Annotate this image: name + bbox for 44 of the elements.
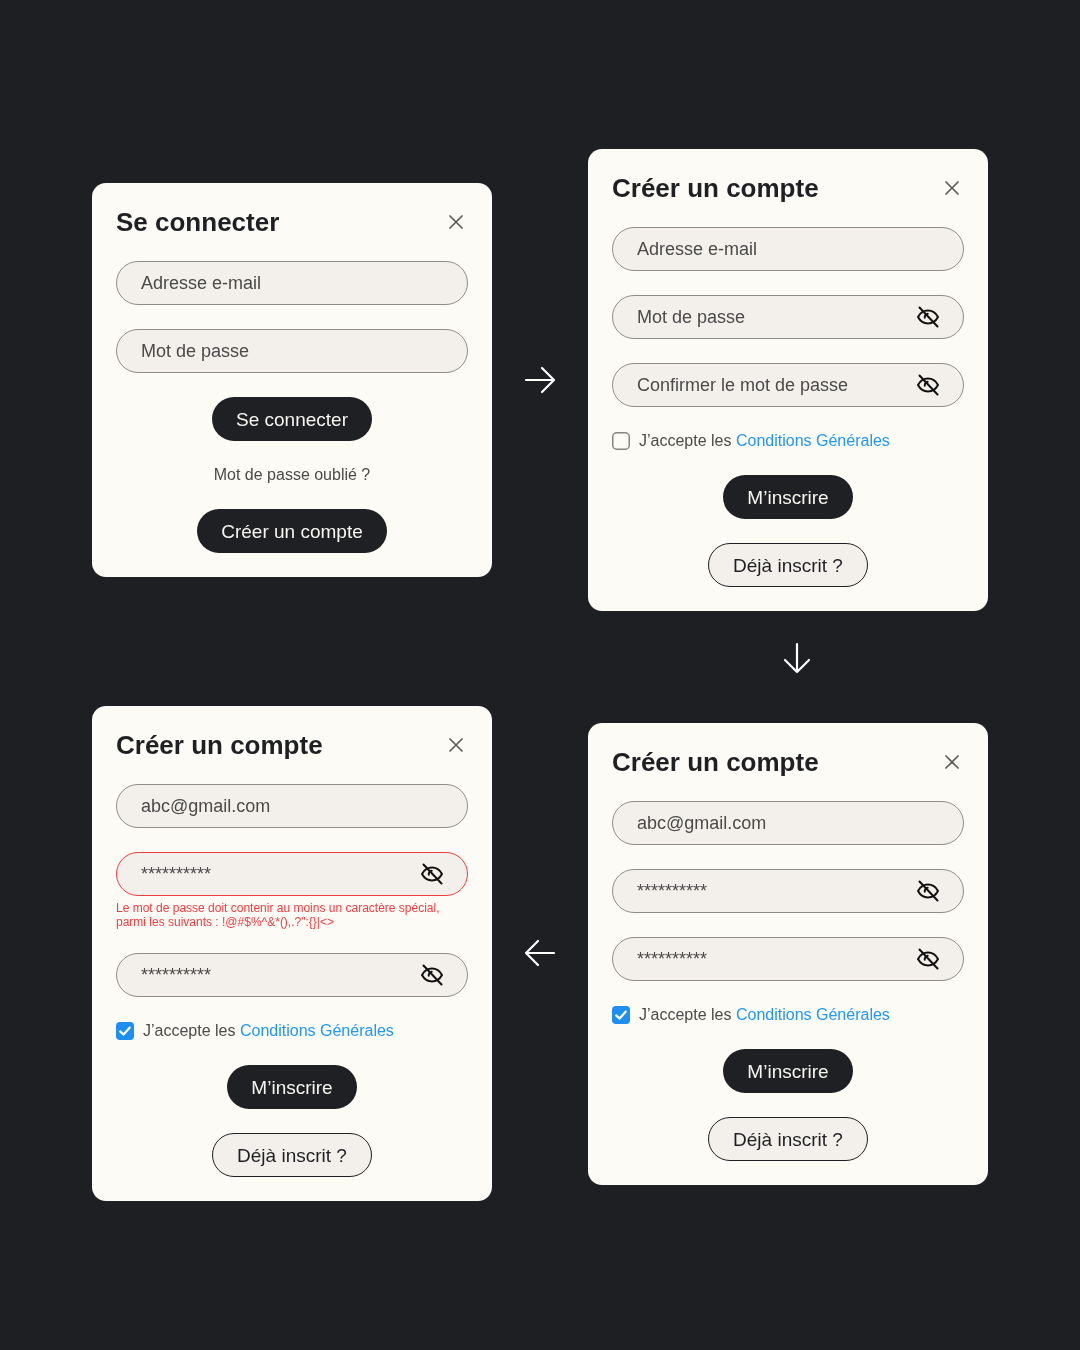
input-field[interactable]: Confirmer le mot de passe <box>612 363 964 407</box>
close-icon[interactable] <box>945 181 959 195</box>
error-message: Le mot de passe doit contenir au moins un caractère spécial, parmi les suivants : !@#$%^&*(),.?":{}|<> <box>116 901 441 929</box>
close-icon[interactable] <box>945 755 959 769</box>
checkbox[interactable] <box>612 1006 630 1024</box>
input-field[interactable]: ********** <box>116 852 468 896</box>
eye-off-icon[interactable] <box>916 880 940 902</box>
close-icon[interactable] <box>449 738 463 752</box>
outline-button[interactable]: Déjà inscrit ? <box>708 1117 868 1161</box>
eye-off-icon[interactable] <box>916 306 940 328</box>
primary-button[interactable]: Créer un compte <box>197 509 387 553</box>
dialog-title: Créer un compte <box>612 173 819 203</box>
input-field[interactable]: abc@gmail.com <box>612 801 964 845</box>
input-field[interactable]: Mot de passe <box>612 295 964 339</box>
primary-button[interactable]: M’inscrire <box>723 475 853 519</box>
primary-button[interactable]: Se connecter <box>212 397 372 441</box>
input-field[interactable]: ********** <box>116 953 468 997</box>
left-arrow <box>524 939 556 967</box>
primary-button[interactable]: M’inscrire <box>227 1065 357 1109</box>
checkbox[interactable] <box>612 432 630 450</box>
input-field[interactable]: Adresse e-mail <box>116 261 468 305</box>
input-field[interactable]: ********** <box>612 937 964 981</box>
terms-label: J’accepte les Conditions Générales <box>639 431 890 451</box>
text-link[interactable]: Mot de passe oublié ? <box>213 465 371 485</box>
terms-label: J’accepte les Conditions Générales <box>143 1021 394 1041</box>
input-field[interactable]: ********** <box>612 869 964 913</box>
outline-button[interactable]: Déjà inscrit ? <box>212 1133 372 1177</box>
down-arrow <box>783 642 811 674</box>
checkbox[interactable] <box>116 1022 134 1040</box>
terms-label: J’accepte les Conditions Générales <box>639 1005 890 1025</box>
dialog-title: Créer un compte <box>612 747 819 777</box>
input-field[interactable]: Adresse e-mail <box>612 227 964 271</box>
eye-off-icon[interactable] <box>420 964 444 986</box>
input-field[interactable]: Mot de passe <box>116 329 468 373</box>
eye-off-icon[interactable] <box>916 948 940 970</box>
eye-off-icon[interactable] <box>420 863 444 885</box>
primary-button[interactable]: M’inscrire <box>723 1049 853 1093</box>
eye-off-icon[interactable] <box>916 374 940 396</box>
dialog-title: Se connecter <box>116 207 280 237</box>
close-icon[interactable] <box>449 215 463 229</box>
input-field[interactable]: abc@gmail.com <box>116 784 468 828</box>
dialog-title: Créer un compte <box>116 730 323 760</box>
right-arrow <box>524 366 556 394</box>
outline-button[interactable]: Déjà inscrit ? <box>708 543 868 587</box>
